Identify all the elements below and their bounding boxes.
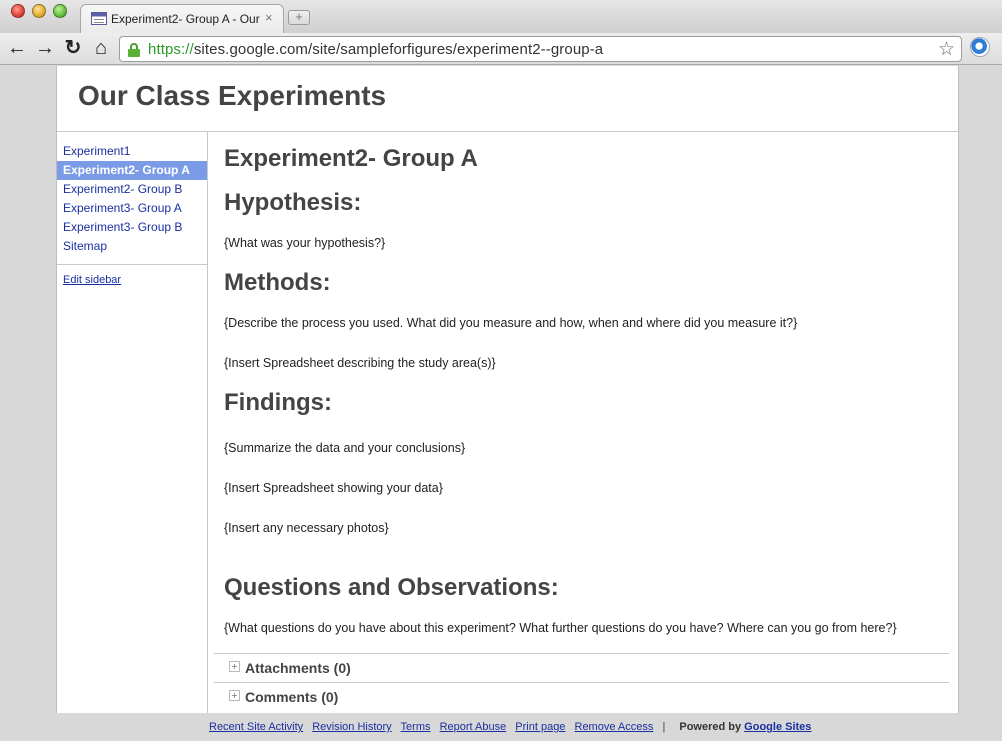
sidebar-item-experiment3-group-a[interactable]: Experiment3- Group A	[57, 199, 207, 218]
sidebar-item-experiment2-group-a[interactable]: Experiment2- Group A	[57, 161, 207, 180]
browser-toolbar: ← → ↻ ⌂ https://sites.google.com/site/sa…	[0, 33, 1002, 65]
page-background-right	[960, 66, 1002, 713]
page-title: Experiment2- Group A	[224, 145, 478, 172]
findings-text-photos: {Insert any necessary photos}	[224, 521, 389, 535]
tab-close-icon[interactable]: ×	[265, 10, 273, 26]
sidebar: Experiment1 Experiment2- Group A Experim…	[57, 132, 208, 713]
address-bar[interactable]: https://sites.google.com/site/sampleforf…	[119, 36, 962, 62]
comments-label[interactable]: Comments (0)	[245, 689, 338, 705]
site-header: Our Class Experiments	[57, 66, 958, 132]
attachments-label[interactable]: Attachments (0)	[245, 660, 351, 676]
powered-by-label: Powered by	[679, 721, 742, 733]
questions-text: {What questions do you have about this e…	[224, 621, 897, 635]
hypothesis-heading: Hypothesis:	[224, 189, 362, 216]
site-footer: Recent Site Activity Revision History Te…	[0, 713, 1002, 741]
footer-links: Recent Site Activity Revision History Te…	[209, 721, 811, 733]
sidebar-item-experiment3-group-b[interactable]: Experiment3- Group B	[57, 218, 207, 237]
report-abuse-link[interactable]: Report Abuse	[440, 721, 507, 733]
site-page: Our Class Experiments Experiment1 Experi…	[56, 66, 959, 713]
back-arrow-icon[interactable]: ←	[6, 38, 28, 60]
edit-sidebar-link[interactable]: Edit sidebar	[63, 274, 207, 286]
url-path: sites.google.com/site/sampleforfigures/e…	[193, 41, 604, 58]
methods-text-description: {Describe the process you used. What did…	[224, 316, 798, 330]
bookmark-star-icon[interactable]: ☆	[938, 38, 955, 61]
print-page-link[interactable]: Print page	[515, 721, 565, 733]
sidebar-item-experiment2-group-b[interactable]: Experiment2- Group B	[57, 180, 207, 199]
expand-plus-icon[interactable]	[229, 661, 240, 672]
url-text: https://sites.google.com/site/sampleforf…	[148, 41, 603, 58]
expand-plus-icon[interactable]	[229, 690, 240, 701]
recent-site-activity-link[interactable]: Recent Site Activity	[209, 721, 303, 733]
forward-arrow-icon[interactable]: →	[34, 38, 56, 60]
minimize-window-button[interactable]	[32, 4, 46, 18]
reload-icon[interactable]: ↻	[62, 38, 84, 60]
browser-tab-active[interactable]: Experiment2- Group A - Our ×	[80, 4, 284, 33]
new-tab-button[interactable]: +	[288, 10, 310, 25]
methods-heading: Methods:	[224, 269, 331, 296]
sidebar-navigation: Experiment1 Experiment2- Group A Experim…	[57, 132, 207, 256]
extension-icon[interactable]	[970, 37, 990, 57]
sidebar-divider	[57, 264, 207, 265]
comments-section[interactable]: Comments (0)	[214, 682, 949, 711]
url-scheme: https://	[148, 41, 194, 58]
close-window-button[interactable]	[11, 4, 25, 18]
home-icon[interactable]: ⌂	[90, 38, 112, 60]
methods-text-spreadsheet: {Insert Spreadsheet describing the study…	[224, 356, 496, 370]
terms-link[interactable]: Terms	[401, 721, 431, 733]
zoom-window-button[interactable]	[53, 4, 67, 18]
revision-history-link[interactable]: Revision History	[312, 721, 391, 733]
questions-heading: Questions and Observations:	[224, 574, 559, 601]
tab-title: Experiment2- Group A - Our	[111, 12, 260, 26]
findings-text-summary: {Summarize the data and your conclusions…	[224, 441, 466, 455]
lock-icon	[128, 43, 140, 57]
google-sites-link[interactable]: Google Sites	[744, 721, 811, 733]
attachments-section[interactable]: Attachments (0)	[214, 653, 949, 682]
footer-separator: |	[662, 721, 666, 733]
findings-heading: Findings:	[224, 389, 332, 416]
site-title[interactable]: Our Class Experiments	[78, 80, 386, 112]
google-sites-favicon-icon	[91, 12, 107, 25]
sidebar-item-experiment1[interactable]: Experiment1	[57, 142, 207, 161]
findings-text-spreadsheet: {Insert Spreadsheet showing your data}	[224, 481, 443, 495]
sidebar-item-sitemap[interactable]: Sitemap	[57, 237, 207, 256]
hypothesis-text: {What was your hypothesis?}	[224, 236, 386, 250]
page-background-left	[0, 66, 56, 713]
remove-access-link[interactable]: Remove Access	[575, 721, 654, 733]
browser-titlebar: Experiment2- Group A - Our × +	[0, 0, 1002, 33]
